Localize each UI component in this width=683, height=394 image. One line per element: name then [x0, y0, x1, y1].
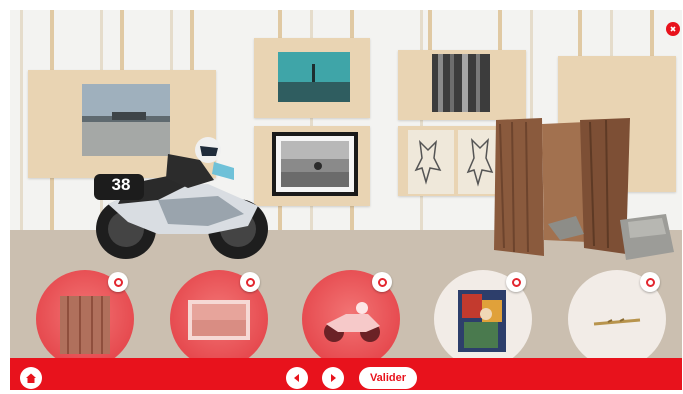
hanging-rod — [428, 10, 432, 50]
previous-button[interactable] — [286, 367, 308, 389]
zoom-icon[interactable] — [372, 272, 392, 292]
zoom-icon[interactable] — [108, 272, 128, 292]
home-button[interactable] — [20, 367, 42, 389]
bottom-toolbar — [10, 358, 682, 390]
hanging-rod — [650, 10, 654, 56]
motorcycle-number: 38 — [111, 175, 131, 194]
validate-button[interactable]: Valider — [359, 367, 417, 389]
next-button[interactable] — [322, 367, 344, 389]
zoom-icon[interactable] — [506, 272, 526, 292]
arrow-left-icon — [294, 374, 299, 382]
home-icon — [26, 373, 36, 383]
wall-divider — [20, 10, 23, 230]
hanging-rod — [498, 10, 502, 50]
wooden-boards-artwork[interactable] — [490, 114, 676, 260]
zoom-icon[interactable] — [640, 272, 660, 292]
hanging-rod — [350, 206, 354, 230]
hanging-rod — [120, 10, 124, 75]
motorcycle-artwork[interactable] — [88, 134, 274, 262]
hanging-rod — [50, 178, 54, 230]
arrow-right-icon — [331, 374, 336, 382]
gallery-stage: 38 Valider — [10, 10, 682, 390]
hanging-rod — [578, 10, 582, 56]
hanging-rod — [278, 10, 282, 38]
hanging-rod — [350, 10, 354, 38]
hanging-rod — [278, 206, 282, 230]
zoom-icon[interactable] — [240, 272, 260, 292]
sketch-drawing-artwork[interactable] — [408, 130, 454, 194]
wall-divider — [420, 10, 423, 230]
teal-sky-photo-artwork[interactable] — [278, 52, 350, 102]
framed-bw-photo-artwork[interactable] — [272, 132, 358, 196]
hanging-rod — [50, 10, 54, 75]
close-icon[interactable] — [666, 22, 680, 36]
forest-bw-photo-artwork[interactable] — [432, 54, 490, 112]
hanging-rod — [190, 10, 194, 75]
